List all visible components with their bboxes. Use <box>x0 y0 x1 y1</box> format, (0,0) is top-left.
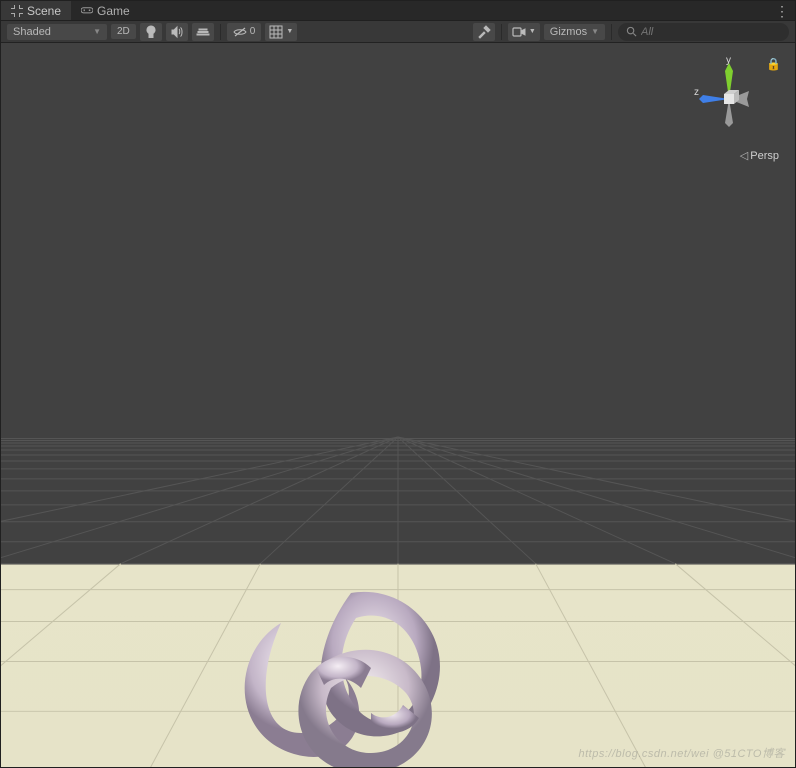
game-icon <box>81 5 93 17</box>
separator <box>501 24 502 40</box>
separator <box>220 24 221 40</box>
watermark-text: https://blog.csdn.net/wei @51CTO博客 <box>579 745 786 761</box>
scene-toolbar: Shaded ▼ 2D 0 ▼ ▼ <box>1 21 795 43</box>
knot-mesh[interactable] <box>221 563 481 767</box>
separator <box>611 24 612 40</box>
tools-toggle[interactable] <box>473 23 495 41</box>
toggle-2d-button[interactable]: 2D <box>111 24 136 39</box>
scene-grid-dropdown[interactable]: ▼ <box>265 23 297 41</box>
chevron-down-icon: ▼ <box>529 28 536 35</box>
lock-icon[interactable]: 🔒 <box>766 57 781 71</box>
scene-audio-toggle[interactable] <box>166 23 188 41</box>
axis-gizmo[interactable]: z y <box>691 57 767 139</box>
search-icon <box>626 26 637 37</box>
shading-mode-dropdown[interactable]: Shaded ▼ <box>7 24 107 40</box>
chevron-down-icon: ▼ <box>286 28 293 35</box>
y-axis-label: y <box>726 57 731 66</box>
projection-label[interactable]: ◁Persp <box>740 149 779 162</box>
projection-icon: ◁ <box>740 150 748 162</box>
chevron-down-icon: ▼ <box>591 27 599 36</box>
hidden-count: 0 <box>250 26 256 37</box>
search-input[interactable] <box>641 26 781 38</box>
window-menu-icon[interactable]: ⋮ <box>775 3 789 20</box>
gizmos-label: Gizmos <box>550 26 587 38</box>
scene-search[interactable] <box>618 23 789 41</box>
shading-mode-label: Shaded <box>13 26 51 38</box>
tab-scene[interactable]: Scene <box>1 1 71 20</box>
gizmos-dropdown[interactable]: Gizmos ▼ <box>544 24 605 40</box>
orientation-gizmo[interactable]: 🔒 z y ◁Persp <box>691 57 781 177</box>
hidden-objects-toggle[interactable]: 0 <box>227 23 262 41</box>
tab-game[interactable]: Game <box>71 1 140 20</box>
scene-lighting-toggle[interactable] <box>140 23 162 41</box>
scene-effects-dropdown[interactable] <box>192 23 214 41</box>
tab-scene-label: Scene <box>27 4 61 18</box>
tab-game-label: Game <box>97 4 130 18</box>
scene-icon <box>11 5 23 17</box>
z-axis-label: z <box>694 87 699 98</box>
camera-dropdown[interactable]: ▼ <box>508 23 540 41</box>
tab-bar: Scene Game ⋮ <box>1 1 795 21</box>
editor-window: Scene Game ⋮ Shaded ▼ 2D 0 <box>0 0 796 768</box>
chevron-down-icon: ▼ <box>93 27 101 36</box>
scene-viewport[interactable]: 🔒 z y ◁Persp https://blog.csdn.net/wei <box>1 43 795 767</box>
